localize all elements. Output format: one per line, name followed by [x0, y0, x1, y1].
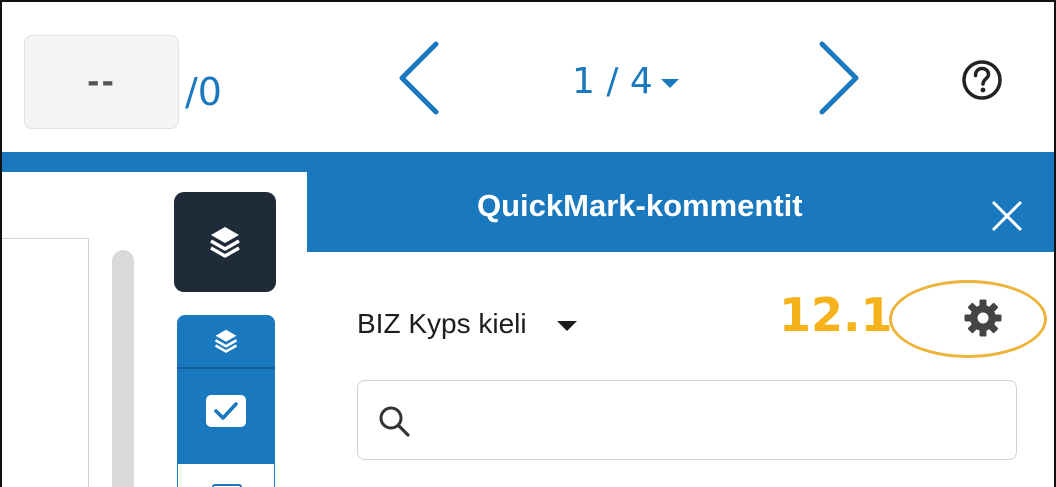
page-total: /0 — [185, 70, 222, 114]
page-number-value: -- — [87, 64, 116, 100]
document-panel — [2, 238, 89, 487]
checkbox-tool-button[interactable] — [177, 371, 275, 451]
tool-group — [177, 315, 275, 487]
quickmark-set-label: BIZ Kyps kieli — [357, 308, 527, 339]
caret-down-icon — [660, 78, 679, 88]
chevron-left-icon[interactable] — [394, 38, 444, 118]
quickmark-search-box[interactable] — [357, 380, 1017, 460]
page-selector-label: 1 / 4 — [572, 60, 653, 102]
close-icon[interactable] — [987, 196, 1027, 236]
layers-tool-small[interactable] — [177, 315, 275, 367]
quickmark-header: QuickMark-kommentit — [307, 152, 1054, 252]
quickmark-panel: QuickMark-kommentit BIZ Kyps kieli 12.1 — [307, 152, 1054, 487]
top-toolbar: -- /0 1 / 4 — [2, 2, 1054, 152]
app-window: -- /0 1 / 4 QuickMark-kommentit BIZ Kyps… — [0, 0, 1056, 487]
annotation-label: 12.1 — [779, 288, 893, 342]
gear-icon[interactable] — [963, 298, 1003, 338]
question-circle-icon[interactable] — [960, 58, 1004, 102]
quickmark-set-dropdown[interactable]: BIZ Kyps kieli — [357, 304, 577, 344]
tool-divider — [177, 367, 275, 369]
layers-tool-button[interactable] — [174, 192, 276, 292]
checkbox-icon — [206, 395, 246, 427]
page-number-input[interactable]: -- — [24, 35, 179, 129]
search-input[interactable] — [418, 391, 998, 449]
layers-icon — [210, 227, 240, 258]
layers-icon — [214, 329, 238, 353]
chevron-right-icon[interactable] — [814, 38, 864, 118]
quickmark-title: QuickMark-kommentit — [477, 188, 803, 223]
search-icon — [379, 406, 410, 437]
comment-tool-button[interactable] — [177, 463, 275, 487]
caret-down-icon — [556, 321, 577, 331]
scrollbar[interactable] — [112, 250, 134, 487]
page-selector-dropdown[interactable]: 1 / 4 — [572, 58, 679, 104]
